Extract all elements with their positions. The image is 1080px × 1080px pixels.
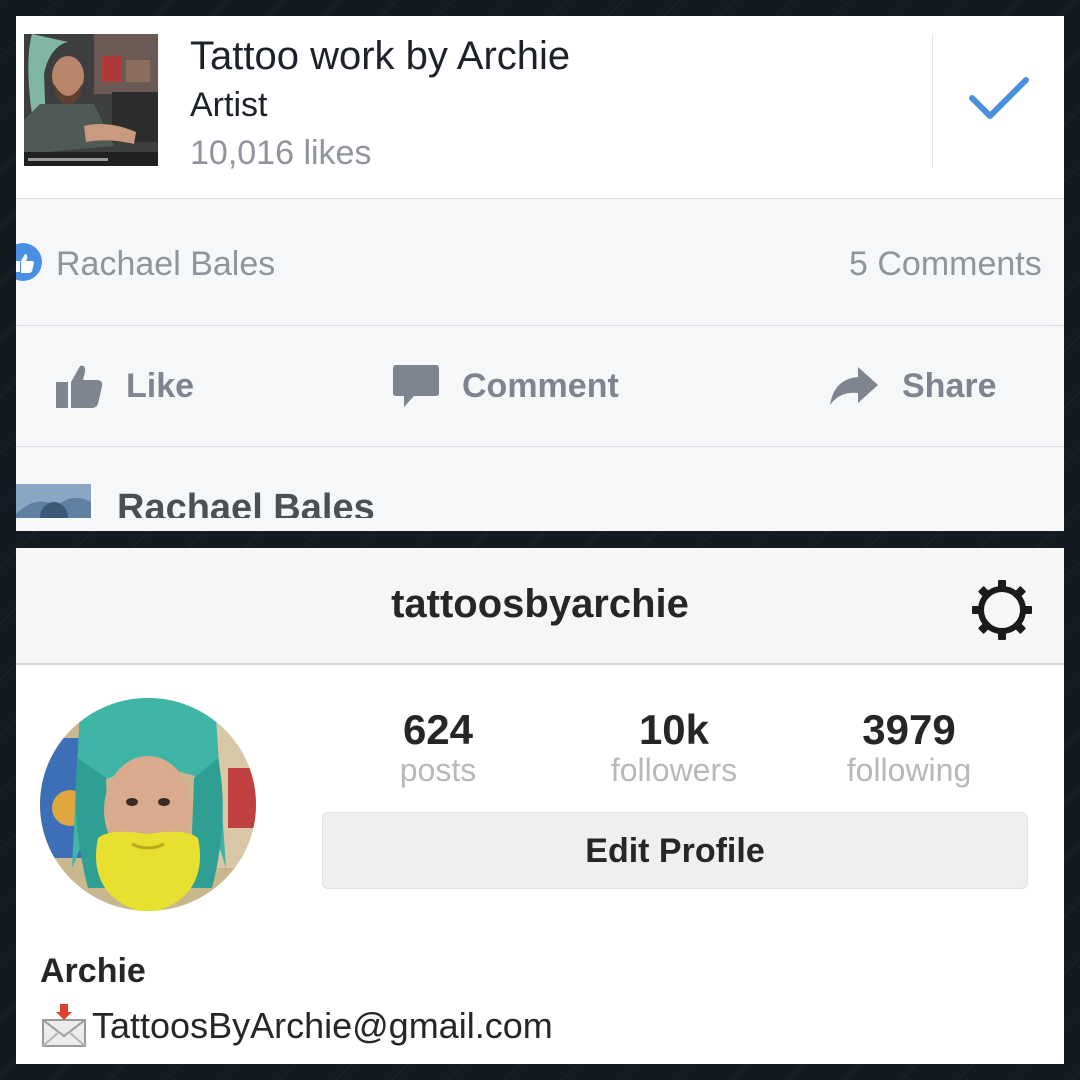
check-icon[interactable]	[968, 74, 1030, 124]
followers-label: followers	[610, 752, 738, 788]
page-header[interactable]: Tattoo work by Archie Artist 10,016 like…	[16, 16, 1064, 199]
profile-avatar[interactable]	[40, 698, 256, 911]
incoming-envelope-icon	[42, 1004, 86, 1047]
comment-label: Comment	[462, 366, 619, 405]
reactions-row: Rachael Bales 5 Comments	[16, 199, 1064, 326]
page-likes-count: 10,016 likes	[190, 134, 372, 172]
post-actions: Like Comment Share	[16, 326, 1064, 447]
gear-icon[interactable]	[970, 578, 1034, 642]
like-button[interactable]: Like	[54, 326, 194, 446]
instagram-profile-panel: tattoosbyarchie 624 posts 10k followers …	[16, 548, 1064, 1064]
share-button[interactable]: Share	[828, 326, 997, 446]
liker-name[interactable]: Rachael Bales	[56, 245, 275, 284]
page-title[interactable]: Tattoo work by Archie	[190, 34, 570, 79]
stat-followers[interactable]: 10k followers	[574, 706, 774, 789]
profile-username: tattoosbyarchie	[391, 582, 689, 626]
header-divider	[932, 34, 933, 168]
comment-preview[interactable]: Rachael Bales	[16, 447, 1064, 531]
share-arrow-icon	[830, 367, 878, 405]
comments-count[interactable]: 5 Comments	[849, 245, 1042, 284]
page-category: Artist	[190, 86, 268, 124]
posts-count: 624	[402, 706, 474, 753]
page-thumbnail[interactable]	[24, 34, 158, 166]
like-badge-icon	[16, 243, 42, 281]
like-label: Like	[126, 366, 195, 405]
stat-following[interactable]: 3979 following	[809, 706, 1009, 789]
profile-nav-bar: tattoosbyarchie	[16, 548, 1064, 665]
following-label: following	[846, 752, 972, 788]
stat-posts[interactable]: 624 posts	[338, 706, 538, 789]
thumbs-up-icon	[56, 365, 103, 408]
comment-button[interactable]: Comment	[392, 326, 619, 446]
comment-bubble-icon	[393, 365, 439, 407]
display-name: Archie	[40, 952, 146, 990]
followers-count: 10k	[638, 706, 710, 753]
posts-label: posts	[399, 752, 477, 788]
bio-email[interactable]: TattoosByArchie@gmail.com	[92, 1005, 553, 1047]
facebook-post-panel: Tattoo work by Archie Artist 10,016 like…	[16, 16, 1064, 531]
edit-profile-button[interactable]: Edit Profile	[322, 812, 1028, 889]
bio-email-row: TattoosByArchie@gmail.com	[40, 1004, 553, 1048]
following-count: 3979	[862, 706, 956, 753]
panel-crop-edge	[16, 518, 1064, 531]
share-label: Share	[902, 366, 997, 405]
